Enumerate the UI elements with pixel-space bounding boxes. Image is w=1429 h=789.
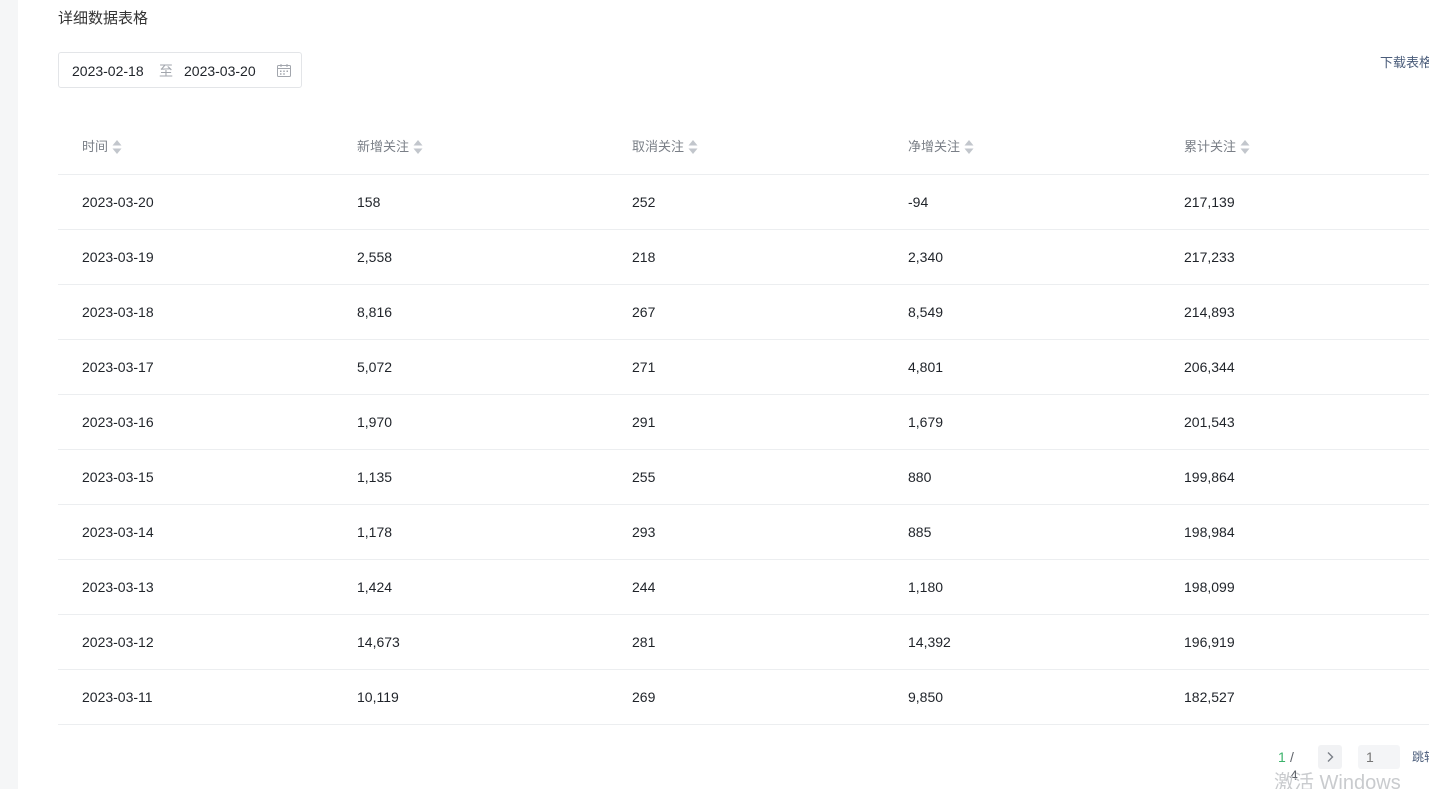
- page-jump-button[interactable]: 跳转: [1412, 749, 1429, 765]
- cell-net-follows: -94: [908, 194, 929, 210]
- cell-unfollows: 271: [632, 359, 656, 375]
- cell-new-follows: 1,970: [357, 414, 393, 430]
- windows-activation-watermark: 激活 Windows: [1274, 772, 1401, 789]
- column-header-label: 净增关注: [908, 139, 961, 154]
- table-row: 2023-03-17 5,072 271 4,801 206,344: [58, 340, 1429, 395]
- table-row: 2023-03-20 158 252 -94 217,139: [58, 175, 1429, 230]
- cell-new-follows: 8,816: [357, 304, 393, 320]
- cell-unfollows: 218: [632, 249, 656, 265]
- sort-icon[interactable]: [688, 139, 698, 155]
- cell-time: 2023-03-12: [82, 634, 154, 650]
- cell-total-follows: 214,893: [1184, 304, 1235, 320]
- cell-total-follows: 199,864: [1184, 469, 1235, 485]
- page-current: 1: [1278, 749, 1286, 765]
- download-table-link[interactable]: 下载表格: [1380, 54, 1429, 72]
- column-header-unfollows[interactable]: 取消关注: [632, 120, 698, 174]
- cell-unfollows: 281: [632, 634, 656, 650]
- column-header-label: 取消关注: [632, 139, 685, 154]
- cell-new-follows: 2,558: [357, 249, 393, 265]
- next-page-button[interactable]: [1318, 745, 1342, 769]
- page: 详细数据表格 2023-02-18 至 2023-03-20 下载表格 时间 新…: [0, 0, 1429, 789]
- data-table: 时间 新增关注 取消关注 净增关注 累计关注 2023-03-20 158 25…: [58, 120, 1429, 725]
- cell-new-follows: 1,178: [357, 524, 393, 540]
- left-rail: [0, 0, 18, 789]
- cell-unfollows: 255: [632, 469, 656, 485]
- cell-new-follows: 5,072: [357, 359, 393, 375]
- cell-new-follows: 158: [357, 194, 381, 210]
- table-row: 2023-03-12 14,673 281 14,392 196,919: [58, 615, 1429, 670]
- column-header-total-follows[interactable]: 累计关注: [1184, 120, 1250, 174]
- column-header-label: 累计关注: [1184, 139, 1237, 154]
- cell-net-follows: 8,549: [908, 304, 944, 320]
- column-header-net-follows[interactable]: 净增关注: [908, 120, 974, 174]
- date-end[interactable]: 2023-03-20: [184, 62, 256, 80]
- cell-net-follows: 1,180: [908, 579, 944, 595]
- cell-time: 2023-03-11: [82, 689, 153, 705]
- date-start[interactable]: 2023-02-18: [72, 62, 144, 80]
- cell-time: 2023-03-19: [82, 249, 154, 265]
- chevron-right-icon: [1327, 752, 1334, 762]
- column-header-new-follows[interactable]: 新增关注: [357, 120, 423, 174]
- cell-time: 2023-03-14: [82, 524, 154, 540]
- cell-unfollows: 293: [632, 524, 656, 540]
- cell-net-follows: 2,340: [908, 249, 944, 265]
- table-row: 2023-03-19 2,558 218 2,340 217,233: [58, 230, 1429, 285]
- cell-total-follows: 198,099: [1184, 579, 1235, 595]
- table-row: 2023-03-15 1,135 255 880 199,864: [58, 450, 1429, 505]
- cell-time: 2023-03-17: [82, 359, 154, 375]
- column-header-label: 时间: [82, 139, 109, 154]
- cell-time: 2023-03-20: [82, 194, 154, 210]
- cell-total-follows: 206,344: [1184, 359, 1235, 375]
- cell-total-follows: 217,233: [1184, 249, 1235, 265]
- table-row: 2023-03-16 1,970 291 1,679 201,543: [58, 395, 1429, 450]
- section-title: 详细数据表格: [58, 10, 149, 27]
- cell-time: 2023-03-15: [82, 469, 154, 485]
- table-row: 2023-03-18 8,816 267 8,549 214,893: [58, 285, 1429, 340]
- column-header-label: 新增关注: [357, 139, 410, 154]
- sort-icon[interactable]: [1240, 139, 1250, 155]
- cell-net-follows: 1,679: [908, 414, 944, 430]
- cell-unfollows: 267: [632, 304, 656, 320]
- cell-net-follows: 880: [908, 469, 932, 485]
- calendar-icon[interactable]: [277, 64, 291, 77]
- cell-total-follows: 217,139: [1184, 194, 1235, 210]
- cell-new-follows: 1,424: [357, 579, 393, 595]
- table-row: 2023-03-13 1,424 244 1,180 198,099: [58, 560, 1429, 615]
- sort-icon[interactable]: [112, 139, 122, 155]
- cell-net-follows: 4,801: [908, 359, 944, 375]
- cell-time: 2023-03-13: [82, 579, 154, 595]
- sort-icon[interactable]: [964, 139, 974, 155]
- cell-total-follows: 201,543: [1184, 414, 1235, 430]
- cell-total-follows: 198,984: [1184, 524, 1235, 540]
- cell-time: 2023-03-18: [82, 304, 154, 320]
- cell-time: 2023-03-16: [82, 414, 154, 430]
- table-row: 2023-03-14 1,178 293 885 198,984: [58, 505, 1429, 560]
- cell-net-follows: 9,850: [908, 689, 944, 705]
- cell-new-follows: 1,135: [357, 469, 393, 485]
- date-range-picker[interactable]: 2023-02-18 至 2023-03-20: [58, 52, 302, 88]
- date-separator: 至: [159, 63, 173, 79]
- column-header-time[interactable]: 时间: [82, 120, 122, 174]
- cell-new-follows: 10,119: [357, 689, 399, 705]
- cell-new-follows: 14,673: [357, 634, 400, 650]
- table-row: 2023-03-11 10,119 269 9,850 182,527: [58, 670, 1429, 725]
- cell-unfollows: 291: [632, 414, 656, 430]
- cell-total-follows: 196,919: [1184, 634, 1235, 650]
- cell-unfollows: 269: [632, 689, 656, 705]
- page-jump-input[interactable]: [1358, 745, 1400, 769]
- cell-unfollows: 244: [632, 579, 656, 595]
- cell-total-follows: 182,527: [1184, 689, 1235, 705]
- cell-unfollows: 252: [632, 194, 656, 210]
- table-header-row: 时间 新增关注 取消关注 净增关注 累计关注: [58, 120, 1429, 175]
- cell-net-follows: 14,392: [908, 634, 951, 650]
- cell-net-follows: 885: [908, 524, 932, 540]
- sort-icon[interactable]: [413, 139, 423, 155]
